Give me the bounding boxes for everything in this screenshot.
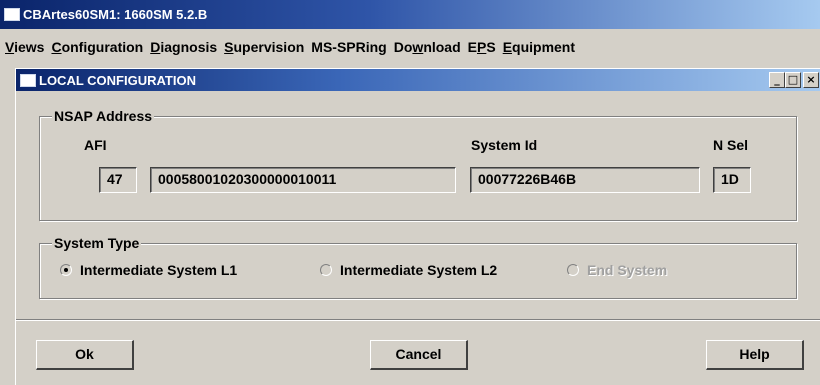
afi-field[interactable]: 47 [99,167,137,193]
radio-label: Intermediate System L1 [80,262,238,278]
divider [16,319,820,321]
close-icon[interactable]: × [803,72,819,88]
menu-configuration[interactable]: Configuration [48,39,146,55]
menu-supervision[interactable]: Supervision [221,39,307,55]
menu-diagnosis[interactable]: Diagnosis [147,39,220,55]
app-title: CBArtes60SM1: 1660SM 5.2.B [23,7,208,22]
system-type-legend: System Type [52,235,142,251]
window-icon [4,8,20,21]
maximize-icon[interactable]: □ [785,72,801,88]
radio-disabled-icon [567,264,579,276]
radio-intermediate-system-l2[interactable]: Intermediate System L2 [320,262,497,278]
menubar: Views Configuration Diagnosis Supervisio… [0,34,820,60]
minimize-icon[interactable]: _ [769,72,785,88]
system-type-group: System Type Intermediate System L1 Inter… [39,235,797,299]
afi-label: AFI [84,137,107,153]
app-titlebar: CBArtes60SM1: 1660SM 5.2.B [0,0,820,29]
menu-views[interactable]: Views [2,39,47,55]
radio-intermediate-system-l1[interactable]: Intermediate System L1 [60,262,237,278]
window-icon [20,73,36,87]
nsap-address-legend: NSAP Address [52,108,155,124]
menu-download[interactable]: Download [391,39,464,55]
menu-ms-spring[interactable]: MS-SPRing [308,39,389,55]
cancel-button[interactable]: Cancel [370,340,468,370]
nsel-label: N Sel [713,137,749,153]
system-id-label: System Id [471,137,538,153]
radio-end-system: End System [567,262,667,278]
help-button[interactable]: Help [706,340,804,370]
nsap-address-group: NSAP Address AFI System Id N Sel 47 0005… [39,108,797,221]
radio-label: Intermediate System L2 [340,262,498,278]
radio-label: End System [587,262,668,278]
radio-unchecked-icon[interactable] [320,264,332,276]
menu-eps[interactable]: EPS [465,39,499,55]
local-configuration-window: LOCAL CONFIGURATION _ □ × NSAP Address A… [15,68,820,385]
menu-equipment[interactable]: Equipment [500,39,578,55]
system-id-field[interactable]: 00077226B46B [470,167,700,193]
nsel-field[interactable]: 1D [713,167,751,193]
ok-button[interactable]: Ok [36,340,134,370]
dialog-title: LOCAL CONFIGURATION [39,72,196,88]
area-address-field[interactable]: 00058001020300000010011 [150,167,456,193]
window-controls: _ □ × [769,72,819,88]
dialog-titlebar[interactable]: LOCAL CONFIGURATION _ □ × [16,69,820,91]
radio-checked-icon[interactable] [60,264,72,276]
